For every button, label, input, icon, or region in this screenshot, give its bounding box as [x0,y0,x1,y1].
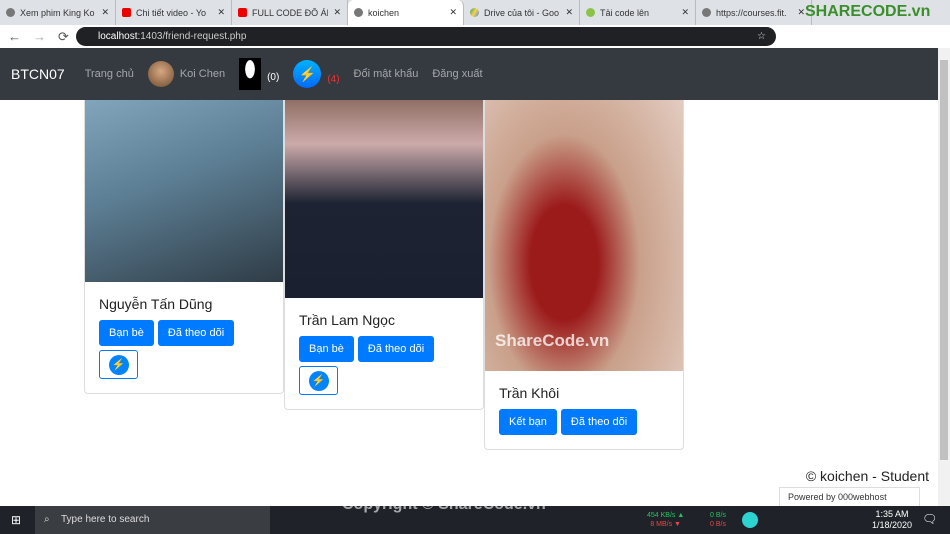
add-friend-button[interactable]: Kết bạn [499,409,557,435]
forward-icon[interactable]: → [33,29,46,44]
message-button[interactable]: ⚡ [99,350,138,379]
search-icon: ⌕ [44,514,50,525]
tab-title: Xem phim King Ko [20,7,95,18]
message-button[interactable]: ⚡ [299,366,338,395]
brand[interactable]: BTCN07 [11,66,65,82]
sharecode-logo: SHARECODE.vn [805,3,931,20]
tab-full-code[interactable]: FULL CODE ĐỒ ÁN ✕ [232,0,348,25]
close-icon[interactable]: ✕ [449,7,457,18]
tab-title: FULL CODE ĐỒ ÁN [252,7,329,18]
profile-photo: ShareCode.vn [485,61,683,371]
windows-start-icon[interactable]: ⊞ [11,513,21,527]
close-icon[interactable]: ✕ [681,7,689,18]
tab-strip: Xem phim King Ko ✕ Chi tiết video - Yo ✕ F… [0,0,950,25]
taskbar: ⊞ ⌕ Type here to search Copyright © Share… [0,496,950,534]
person-icon [239,58,262,90]
nav-logout[interactable]: Đăng xuất [432,68,482,80]
net2-up: 0 B/s [710,512,726,519]
nav-change-password[interactable]: Đổi mật khẩu [354,68,419,80]
message-count: (4) [327,74,340,85]
friend-count: (0) [267,72,280,83]
messenger-icon: ⚡ [293,60,322,88]
friend-card: ShareCode.vn Trần Khôi Kết bạn Đã theo d… [484,60,684,450]
messenger-icon: ⚡ [308,370,329,391]
messenger-icon: ⚡ [108,354,129,375]
nav-home[interactable]: Trang chủ [85,68,134,80]
tab-xem-phim[interactable]: Xem phim King Ko ✕ [0,0,116,25]
drive-icon [470,8,479,17]
navbar: BTCN07 Trang chủ Koi Chen (0) ⚡ (4) Đổi m… [0,48,938,100]
globe-icon [6,8,15,17]
nav-messages[interactable]: ⚡ (4) [293,60,340,88]
tab-drive[interactable]: Drive của tôi - Goo ✕ [464,0,580,25]
friend-name: Nguyễn Tấn Dũng [99,296,213,312]
back-icon[interactable]: ← [8,29,21,44]
taskbar-search[interactable]: ⌕ Type here to search [35,506,270,534]
address-bar-row: ← → ⟳ localhost:1403/friend-request.php … [0,25,950,48]
tab-tai-code[interactable]: Tải code lên ✕ [580,0,696,25]
star-icon[interactable]: ☆ [757,27,766,46]
net-down: 8 MB/s ▼ [650,521,681,528]
friend-name: Trần Lam Ngọc [299,312,395,328]
youtube-icon [238,8,247,17]
tab-chi-tiet-video[interactable]: Chi tiết video - Yo ✕ [116,0,232,25]
net-up: 454 KB/s ▲ [647,512,685,519]
tab-koichen[interactable]: koichen ✕ [348,0,464,25]
nav-friend-requests[interactable]: (0) [239,58,279,90]
following-button[interactable]: Đã theo dõi [560,409,638,435]
notification-icon[interactable]: 🗨 [922,512,937,526]
sharecode-icon [586,8,595,17]
scrollbar-thumb[interactable] [940,60,948,460]
tab-title: Tải code lên [600,7,650,18]
scrollbar[interactable] [938,48,950,506]
url-path: :1403/friend-request.php [137,31,247,42]
url-input[interactable]: localhost:1403/friend-request.php ☆ [76,27,776,46]
powered-by-badge[interactable]: Powered by 000webhost [779,487,920,507]
close-icon[interactable]: ✕ [217,7,225,18]
tab-title: Chi tiết video - Yo [136,7,207,18]
close-icon[interactable]: ✕ [333,7,341,18]
user-name: Koi Chen [179,68,226,80]
globe-icon [354,8,363,17]
friend-card: Trần Lam Ngọc Bạn bè Đã theo dõi ⚡ [284,60,484,410]
close-icon[interactable]: ✕ [797,7,805,18]
tab-courses[interactable]: https://courses.fit. ✕ [696,0,812,25]
tab-title: Drive của tôi - Goo [484,7,560,18]
copyright-watermark: Copyright © ShareCode.vn [342,496,546,513]
friend-card: Nguyễn Tấn Dũng Bạn bè Đã theo dõi ⚡ [84,60,284,394]
close-icon[interactable]: ✕ [565,7,573,18]
url-host: localhost [98,31,138,42]
avatar [147,61,174,87]
youtube-icon [122,8,131,17]
globe-icon [702,8,711,17]
reload-icon[interactable]: ⟳ [58,29,69,45]
footer-text: © koichen - Student [805,468,929,484]
image-watermark: ShareCode.vn [495,331,610,350]
pie-gauge-icon [742,512,758,528]
search-placeholder: Type here to search [61,514,150,525]
friend-name: Trần Khôi [499,385,560,401]
following-button[interactable]: Đã theo dõi [357,336,435,362]
tab-title: https://courses.fit. [716,7,787,18]
clock-date[interactable]: 1/18/2020 [872,520,912,531]
close-icon[interactable]: ✕ [101,7,109,18]
friends-button[interactable]: Bạn bè [299,336,354,362]
net2-down: 0 B/s [710,521,726,528]
nav-profile[interactable]: Koi Chen [147,61,226,87]
friends-button[interactable]: Bạn bè [99,320,154,346]
clock-time[interactable]: 1:35 AM [876,509,909,520]
following-button[interactable]: Đã theo dõi [157,320,235,346]
tab-title: koichen [368,7,400,18]
